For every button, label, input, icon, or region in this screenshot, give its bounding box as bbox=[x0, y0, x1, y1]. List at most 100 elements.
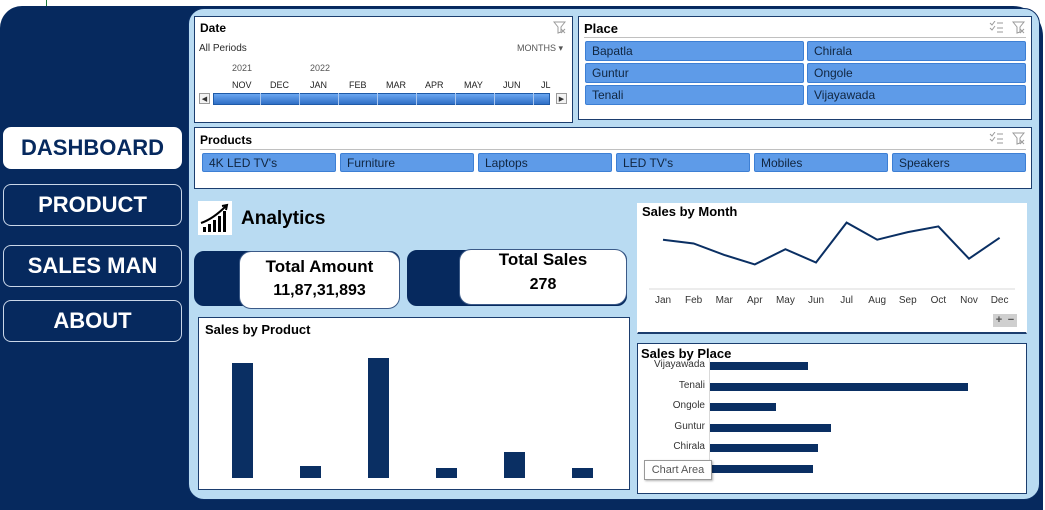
y-axis-line bbox=[709, 358, 710, 476]
product-chip[interactable]: Speakers bbox=[892, 153, 1026, 172]
period-label: All Periods bbox=[199, 43, 247, 54]
product-chip[interactable]: LED TV's bbox=[616, 153, 750, 172]
series-line bbox=[662, 221, 1001, 266]
timeline-tick bbox=[416, 93, 417, 105]
place-bar[interactable] bbox=[710, 465, 813, 473]
x-tick-label: Dec bbox=[991, 295, 1009, 306]
place-bar[interactable] bbox=[710, 382, 969, 391]
slicer-divider bbox=[584, 37, 1026, 38]
product-bar[interactable] bbox=[232, 362, 253, 478]
total-sales-panel: Total Sales 278 bbox=[459, 249, 627, 305]
total-sales-label: Total Sales bbox=[498, 250, 588, 269]
product-chip[interactable]: 4K LED TV's bbox=[202, 153, 336, 172]
x-tick-label: Jan bbox=[655, 295, 671, 306]
clear-filter-icon[interactable] bbox=[553, 21, 566, 34]
expand-icon[interactable]: + bbox=[993, 314, 1005, 327]
scroll-left-icon[interactable]: ◀ bbox=[199, 93, 210, 104]
nav-about-button[interactable]: ABOUT bbox=[3, 300, 182, 342]
growth-chart-icon bbox=[198, 201, 232, 235]
timeline-tick bbox=[494, 93, 495, 105]
x-tick-label: Feb bbox=[685, 295, 703, 306]
y-category-label: Ongole bbox=[672, 400, 705, 412]
place-bar[interactable] bbox=[710, 423, 832, 432]
nav-product-button[interactable]: PRODUCT bbox=[3, 184, 182, 226]
total-amount-value: 11,87,31,893 bbox=[273, 282, 366, 299]
product-bar[interactable] bbox=[368, 358, 389, 478]
products-slicer-title: Products bbox=[200, 133, 253, 147]
product-bar[interactable] bbox=[572, 468, 593, 478]
month-label: MAY bbox=[464, 80, 483, 90]
place-bar[interactable] bbox=[710, 444, 819, 453]
x-tick-label: Apr bbox=[747, 295, 763, 306]
timeline-tick bbox=[299, 93, 300, 105]
slicer-divider bbox=[200, 149, 1026, 150]
x-tick-label: Aug bbox=[868, 295, 886, 306]
slicer-tools bbox=[989, 131, 1026, 148]
collapse-icon[interactable]: − bbox=[1005, 314, 1017, 327]
dashboard-root: DASHBOARD PRODUCT SALES MAN ABOUT Date A… bbox=[0, 0, 1045, 510]
granularity-label: MONTHS bbox=[517, 43, 556, 53]
multi-select-icon[interactable] bbox=[989, 20, 1004, 37]
sales-by-month-plot: Jan Feb Mar Apr May Jun Jul Aug Sep Oct Nov Dec bbox=[649, 221, 1015, 306]
product-chip[interactable]: Mobiles bbox=[754, 153, 888, 172]
place-bar[interactable] bbox=[710, 362, 808, 370]
month-label: JAN bbox=[310, 80, 328, 90]
place-chip[interactable]: Vijayawada bbox=[807, 85, 1026, 105]
x-tick-label: Jun bbox=[808, 295, 824, 306]
chevron-down-icon: ▾ bbox=[558, 43, 564, 53]
analytics-title: Analytics bbox=[241, 208, 326, 229]
product-bar[interactable] bbox=[436, 468, 457, 478]
product-bar[interactable] bbox=[504, 451, 525, 478]
month-label: FEB bbox=[349, 80, 367, 90]
month-label: NOV bbox=[232, 80, 252, 90]
sales-by-product-chart[interactable]: Sales by Product bbox=[198, 317, 630, 490]
total-amount-panel: Total Amount 11,87,31,893 bbox=[239, 251, 400, 309]
x-tick-label: Nov bbox=[960, 295, 978, 306]
timeline-tick bbox=[455, 93, 456, 105]
place-chip[interactable]: Bapatla bbox=[585, 41, 804, 61]
x-tick-label: Jul bbox=[840, 295, 853, 306]
place-chip[interactable]: Chirala bbox=[807, 41, 1026, 61]
nav-dashboard-button[interactable]: DASHBOARD bbox=[3, 127, 182, 169]
zoom-controls: + − bbox=[993, 314, 1017, 327]
nav-sales-man-button[interactable]: SALES MAN bbox=[3, 245, 182, 287]
month-label: DEC bbox=[270, 80, 290, 90]
x-tick-label: Mar bbox=[716, 295, 734, 306]
clear-filter-icon[interactable] bbox=[1011, 132, 1026, 148]
product-chip[interactable]: Furniture bbox=[340, 153, 474, 172]
y-category-label: Tenali bbox=[678, 379, 705, 391]
timeline-tick bbox=[533, 93, 534, 105]
place-chip[interactable]: Ongole bbox=[807, 63, 1026, 83]
month-label: APR bbox=[425, 80, 444, 90]
x-tick-label: Oct bbox=[931, 295, 947, 306]
timeline-tick bbox=[377, 93, 378, 105]
year-label: 2021 bbox=[232, 63, 253, 73]
chart-title: Sales by Product bbox=[205, 322, 311, 337]
timeline-tick bbox=[260, 93, 261, 105]
place-bar[interactable] bbox=[710, 403, 776, 412]
y-category-label: Vijayawada bbox=[654, 359, 705, 370]
x-tick-label: Sep bbox=[899, 295, 917, 306]
date-slicer-title: Date bbox=[200, 21, 227, 35]
granularity-dropdown[interactable]: MONTHS ▾ bbox=[517, 43, 563, 54]
slicer-tools bbox=[989, 20, 1026, 37]
clear-filter-icon[interactable] bbox=[1011, 21, 1026, 37]
year-label: 2022 bbox=[310, 63, 331, 73]
month-label: JUN bbox=[503, 80, 521, 90]
scroll-right-icon[interactable]: ▶ bbox=[556, 93, 567, 104]
timeline-tick bbox=[338, 93, 339, 105]
total-sales-value: 278 bbox=[529, 276, 557, 293]
x-tick-label: May bbox=[776, 295, 795, 306]
product-bar[interactable] bbox=[300, 466, 321, 478]
timeline-selection-bar[interactable] bbox=[213, 93, 550, 105]
month-label: JL bbox=[541, 80, 551, 90]
total-amount-label: Total Amount bbox=[265, 257, 374, 276]
multi-select-icon[interactable] bbox=[989, 131, 1004, 148]
y-category-label: Guntur bbox=[674, 420, 705, 432]
chart-area-tooltip: Chart Area bbox=[644, 460, 712, 480]
product-chip[interactable]: Laptops bbox=[478, 153, 612, 172]
place-chip[interactable]: Guntur bbox=[585, 63, 804, 83]
month-label: MAR bbox=[386, 80, 406, 90]
place-chip[interactable]: Tenali bbox=[585, 85, 804, 105]
place-slicer-title: Place bbox=[584, 21, 618, 36]
